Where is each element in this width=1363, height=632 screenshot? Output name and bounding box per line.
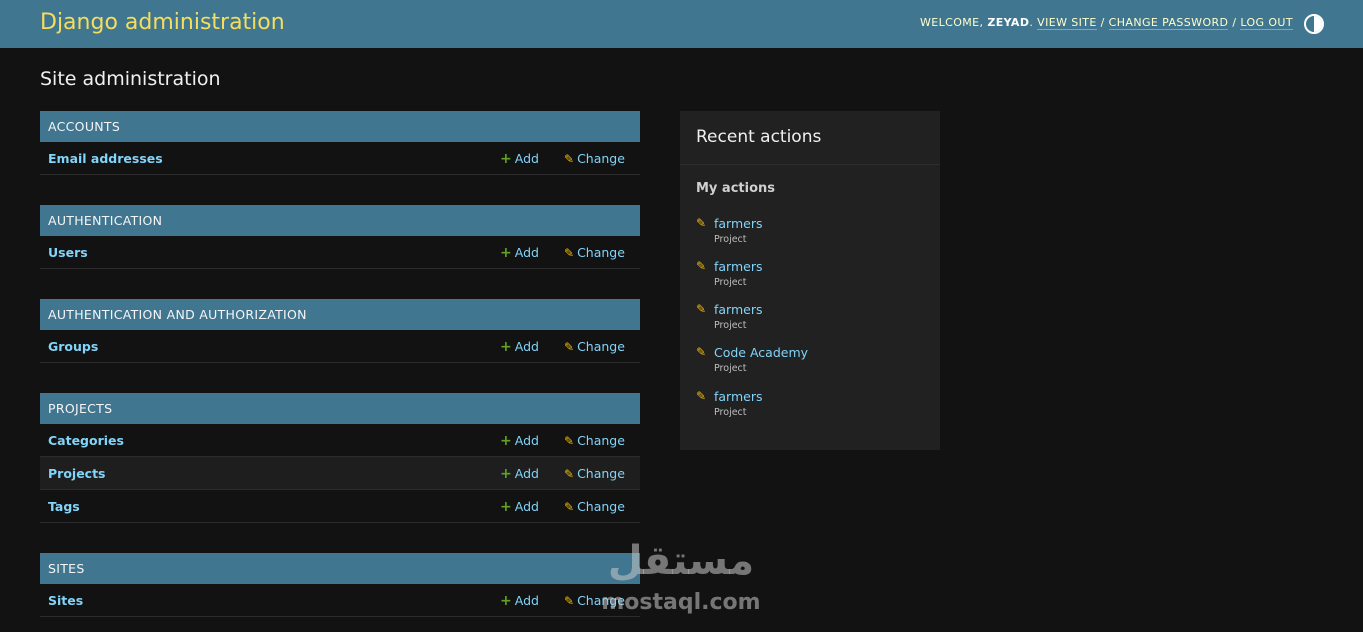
view-site-link[interactable]: View site	[1037, 16, 1097, 30]
watermark-arabic: مستقل	[607, 538, 755, 584]
header: Django administration Welcome, zeyad. Vi…	[0, 0, 1363, 48]
change-link[interactable]: ✎ Change	[564, 499, 625, 514]
model-row: Tags + Add ✎ Change	[40, 490, 640, 523]
model-row: Categories + Add ✎ Change	[40, 424, 640, 457]
pencil-icon: ✎	[564, 152, 575, 166]
app-caption[interactable]: Projects	[40, 393, 640, 424]
app-caption[interactable]: Accounts	[40, 111, 640, 142]
change-label: Change	[577, 339, 625, 354]
recent-action-link[interactable]: farmers	[714, 302, 763, 317]
app-caption[interactable]: Sites	[40, 553, 640, 584]
change-link[interactable]: ✎ Change	[564, 433, 625, 448]
username: zeyad	[987, 16, 1030, 29]
add-label: Add	[514, 245, 539, 260]
add-link[interactable]: + Add	[500, 499, 539, 515]
add-label: Add	[514, 151, 539, 166]
app-caption[interactable]: Authentication and Authorization	[40, 299, 640, 330]
model-link[interactable]: Users	[48, 245, 88, 260]
pencil-icon: ✎	[696, 302, 707, 316]
recent-action-type: Project	[714, 407, 747, 418]
add-label: Add	[514, 499, 539, 514]
recent-action-type: Project	[714, 320, 747, 331]
plus-icon: +	[500, 466, 512, 482]
change-label: Change	[577, 245, 625, 260]
model-row: Users + Add ✎ Change	[40, 236, 640, 269]
add-label: Add	[514, 433, 539, 448]
watermark-latin: mostaql.com	[601, 590, 761, 615]
app-caption[interactable]: Authentication	[40, 205, 640, 236]
pencil-icon: ✎	[696, 216, 707, 230]
app-module: Projects Categories + Add ✎ Change Projects + Ad…	[40, 393, 640, 523]
plus-icon: +	[500, 339, 512, 355]
add-label: Add	[514, 593, 539, 608]
model-row: Email addresses + Add ✎ Change	[40, 142, 640, 175]
recent-action-type: Project	[714, 363, 747, 374]
recent-actions-title: Recent actions	[696, 127, 822, 147]
pencil-icon: ✎	[696, 259, 707, 273]
model-link[interactable]: Sites	[48, 593, 83, 608]
plus-icon: +	[500, 151, 512, 167]
pencil-icon: ✎	[564, 500, 575, 514]
separator: /	[1100, 16, 1105, 29]
add-label: Add	[514, 339, 539, 354]
change-label: Change	[577, 151, 625, 166]
plus-icon: +	[500, 593, 512, 609]
app-module: Accounts Email addresses + Add ✎ Change	[40, 111, 640, 175]
log-out-link[interactable]: Log out	[1240, 16, 1293, 30]
pencil-icon: ✎	[696, 345, 707, 359]
model-link[interactable]: Categories	[48, 433, 124, 448]
watermark: مستقل mostaql.com	[596, 538, 766, 622]
add-link[interactable]: + Add	[500, 466, 539, 482]
plus-icon: +	[500, 245, 512, 261]
pencil-icon: ✎	[564, 467, 575, 481]
recent-action-type: Project	[714, 234, 747, 245]
change-label: Change	[577, 466, 625, 481]
app-module: Authentication and Authorization Groups + A…	[40, 299, 640, 363]
add-link[interactable]: + Add	[500, 151, 539, 167]
model-link[interactable]: Tags	[48, 499, 80, 514]
add-label: Add	[514, 466, 539, 481]
pencil-icon: ✎	[696, 389, 707, 403]
recent-action-link[interactable]: farmers	[714, 389, 763, 404]
add-link[interactable]: + Add	[500, 245, 539, 261]
app-module: Sites Sites + Add ✎ Change	[40, 553, 640, 617]
separator: /	[1232, 16, 1237, 29]
my-actions-heading: My actions	[696, 181, 776, 196]
pencil-icon: ✎	[564, 434, 575, 448]
page-title: Site administration	[40, 68, 221, 90]
change-link[interactable]: ✎ Change	[564, 466, 625, 481]
user-tools: Welcome, zeyad. View site / Change passw…	[919, 16, 1293, 30]
change-label: Change	[577, 499, 625, 514]
plus-icon: +	[500, 433, 512, 449]
model-link[interactable]: Email addresses	[48, 151, 163, 166]
recent-action-link[interactable]: farmers	[714, 259, 763, 274]
model-link[interactable]: Projects	[48, 466, 106, 481]
site-brand-link[interactable]: Django administration	[40, 10, 285, 35]
change-label: Change	[577, 433, 625, 448]
recent-actions-panel: Recent actions My actions ✎ farmers Projec…	[680, 111, 940, 450]
recent-action-type: Project	[714, 277, 747, 288]
contrast-toggle-icon[interactable]	[1304, 14, 1324, 34]
plus-icon: +	[500, 499, 512, 515]
model-row: Sites + Add ✎ Change	[40, 584, 640, 617]
change-link[interactable]: ✎ Change	[564, 151, 625, 166]
recent-action-link[interactable]: farmers	[714, 216, 763, 231]
change-link[interactable]: ✎ Change	[564, 245, 625, 260]
model-link[interactable]: Groups	[48, 339, 98, 354]
pencil-icon: ✎	[564, 246, 575, 260]
model-row: Projects + Add ✎ Change	[40, 457, 640, 490]
recent-action-link[interactable]: Code Academy	[714, 345, 808, 360]
change-link[interactable]: ✎ Change	[564, 339, 625, 354]
pencil-icon: ✎	[564, 340, 575, 354]
divider	[680, 164, 940, 165]
add-link[interactable]: + Add	[500, 593, 539, 609]
app-module: Authentication Users + Add ✎ Change	[40, 205, 640, 269]
pencil-icon: ✎	[564, 594, 575, 608]
add-link[interactable]: + Add	[500, 339, 539, 355]
add-link[interactable]: + Add	[500, 433, 539, 449]
model-row: Groups + Add ✎ Change	[40, 330, 640, 363]
welcome-text: Welcome,	[919, 16, 984, 29]
change-password-link[interactable]: Change password	[1108, 16, 1229, 30]
